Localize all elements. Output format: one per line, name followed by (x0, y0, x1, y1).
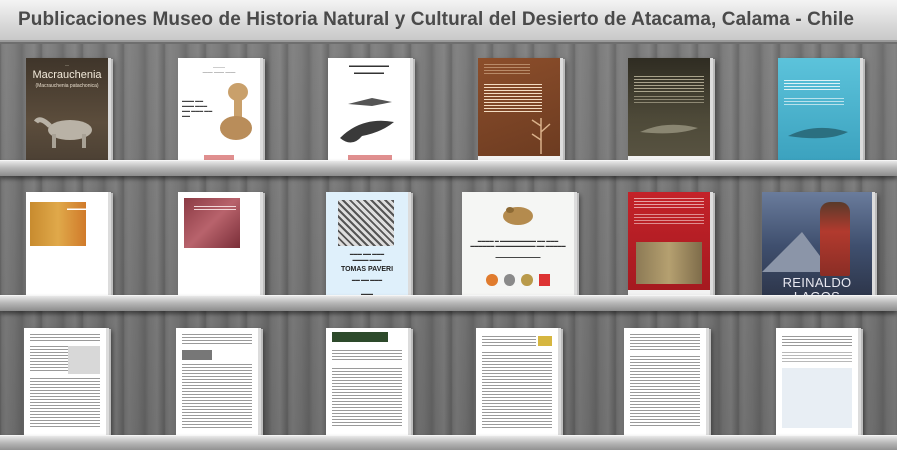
header-block (182, 350, 212, 360)
shelf-board-3 (0, 435, 897, 450)
book-article-3[interactable] (326, 328, 408, 436)
portrait (820, 202, 850, 276)
book-reinaldo-lagos[interactable]: REINALDO LAGOS (762, 192, 872, 300)
camelid-illustration (220, 83, 252, 140)
frog-illustration (503, 207, 533, 225)
book-title: TOMAS PAVERI (340, 266, 394, 273)
shelf-2: ▬▬▬▬ ▬▬▬ ▬▬ ▬▬▬ ▬▬▬▬ ▬▬▬ TOMAS PAVERI ▬▬… (0, 176, 897, 311)
ichthyosaur-illustration (340, 98, 394, 143)
book-brown[interactable] (478, 58, 560, 166)
page-header: Publicaciones Museo de Historia Natural … (0, 0, 897, 42)
shelf-board-1 (0, 160, 897, 176)
book-article-5[interactable] (624, 328, 706, 436)
logos (486, 274, 550, 286)
book-orange-figure[interactable]: ▬▬▬▬ (26, 192, 108, 300)
shelf-3 (0, 310, 897, 450)
book-red[interactable] (628, 192, 710, 300)
book-article-4[interactable] (476, 328, 558, 436)
volcano-illustration (762, 232, 832, 272)
book-article-2[interactable] (176, 328, 258, 436)
fossil-reptile-illustration (640, 124, 698, 134)
macrauchenia-illustration (33, 117, 92, 148)
plant-illustration (531, 118, 551, 154)
shelf-board-2 (0, 295, 897, 311)
figure (68, 346, 100, 374)
cover-engraving (338, 200, 394, 246)
bookshelf: — Macrauchenia (Macrauchenia patachonica… (0, 44, 897, 450)
book-article-6[interactable] (776, 328, 858, 436)
cover-image (636, 242, 702, 284)
journal-logo (538, 336, 552, 346)
book-ecologia[interactable]: ▬▬▬▬ ▬ ▬▬▬▬▬▬▬▬▬ ▬▬ ▬▬▬ ▬▬▬▬▬▬ ▬▬▬▬▬▬▬▬▬▬… (462, 192, 574, 300)
book-ictiosaurio[interactable]: ▬▬▬▬▬▬▬▬ ▬▬▬▬▬▬ (328, 58, 410, 166)
book-maroon[interactable] (178, 192, 260, 300)
book-camelido[interactable]: ——— —— —— —— ▬▬▬ ▬▬ ▬▬▬ ▬▬▬ ▬▬ ▬▬▬ ▬▬ ▬▬ (178, 58, 260, 166)
book-macrauchenia[interactable]: — Macrauchenia (Macrauchenia patachonica… (26, 58, 108, 166)
journal-banner (332, 332, 388, 342)
book-teal[interactable] (778, 58, 860, 166)
fossil-fish-illustration (788, 127, 848, 139)
book-olive[interactable] (628, 58, 710, 166)
book-subtitle: (Macrauchenia patachonica) (35, 83, 99, 89)
book-tomas-paveri[interactable]: ▬▬▬ ▬▬ ▬▬▬ ▬▬▬▬ ▬▬▬ TOMAS PAVERI ▬▬ ▬▬ ▬… (326, 192, 408, 300)
page-title: Publicaciones Museo de Historia Natural … (18, 9, 855, 30)
shelf-1: — Macrauchenia (Macrauchenia patachonica… (0, 44, 897, 176)
abstract-box (782, 368, 852, 428)
book-title: Macrauchenia (32, 69, 102, 81)
book-article-1[interactable] (24, 328, 106, 436)
